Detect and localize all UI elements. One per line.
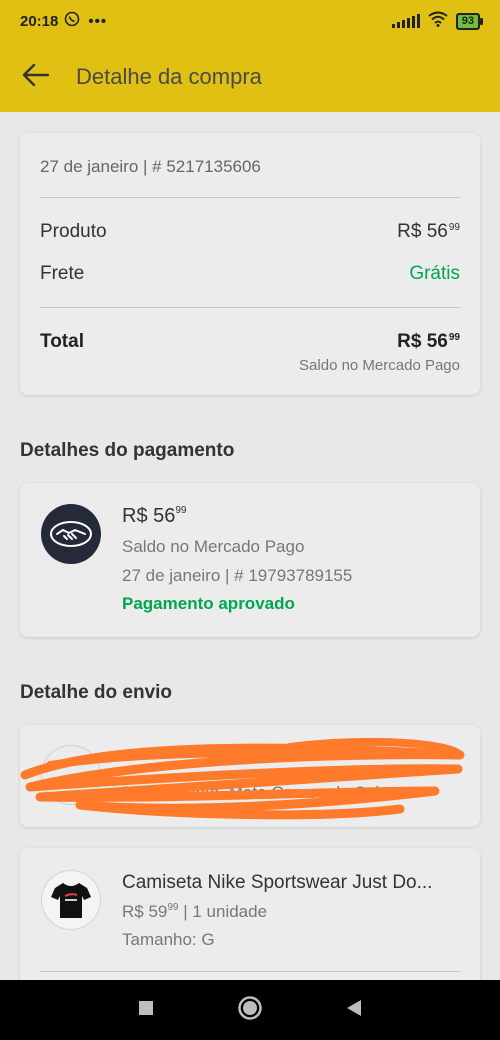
purchase-summary-card: 27 de janeiro | # 5217135606 Produto R$ … bbox=[20, 133, 480, 395]
battery-icon: 93 bbox=[455, 12, 484, 30]
product-name: Camiseta Nike Sportswear Just Do... bbox=[122, 872, 433, 893]
product-row: Produto R$ 5699 bbox=[40, 221, 460, 243]
page-title: Detalhe da compra bbox=[76, 64, 262, 89]
back-button[interactable] bbox=[0, 42, 70, 112]
shipping-label: Frete bbox=[40, 263, 85, 284]
app-bar: Detalhe da compra bbox=[0, 42, 500, 112]
payment-section-title: Detalhes do pagamento bbox=[20, 440, 235, 461]
product-size: Tamanho: G bbox=[122, 930, 215, 949]
arrow-left-icon bbox=[21, 63, 50, 92]
payment-method: Saldo no Mercado Pago bbox=[122, 537, 305, 556]
triangle-back-icon bbox=[346, 999, 362, 1022]
square-icon bbox=[138, 1000, 154, 1021]
status-time: 20:18 bbox=[20, 12, 59, 30]
total-payment-method: Saldo no Mercado Pago bbox=[299, 357, 460, 374]
shipping-value: Grátis bbox=[409, 263, 460, 284]
total-row: Total R$ 5699 bbox=[40, 331, 460, 353]
payment-card[interactable]: R$ 5699 Saldo no Mercado Pago 27 de jane… bbox=[20, 483, 480, 637]
divider bbox=[40, 197, 460, 198]
payment-amount: R$ 5699 bbox=[122, 505, 187, 527]
divider bbox=[40, 971, 460, 972]
purchase-meta: 27 de janeiro | # 5217135606 bbox=[40, 157, 261, 176]
product-card[interactable]: Camiseta Nike Sportswear Just Do... R$ 5… bbox=[20, 848, 480, 988]
system-nav-bar bbox=[0, 980, 500, 1040]
product-thumbnail bbox=[41, 870, 101, 930]
signal-icon bbox=[391, 14, 420, 28]
back-nav-button[interactable] bbox=[302, 980, 406, 1040]
home-button[interactable] bbox=[198, 980, 302, 1040]
total-price: R$ 5699 bbox=[397, 331, 460, 352]
payment-status: Pagamento aprovado bbox=[122, 594, 295, 613]
total-label: Total bbox=[40, 331, 84, 352]
shipping-row: Frete Grátis bbox=[40, 263, 460, 285]
product-label: Produto bbox=[40, 221, 107, 242]
product-price: R$ 5699 bbox=[397, 221, 460, 242]
mercado-pago-logo bbox=[41, 504, 101, 564]
whatsapp-icon bbox=[64, 11, 80, 31]
wifi-icon bbox=[428, 11, 448, 31]
shipping-section-title: Detalhe do envio bbox=[20, 682, 173, 703]
shipping-card[interactable]: Rio Brilhante, Mato Grosso do Sul bbox=[20, 725, 480, 827]
payment-meta: 27 de janeiro | # 19793789155 bbox=[122, 566, 353, 585]
circle-icon bbox=[237, 995, 263, 1026]
status-bar: 20:18 ••• 93 bbox=[0, 0, 500, 42]
product-price-line: R$ 5999 | 1 unidade bbox=[122, 902, 268, 921]
recents-button[interactable] bbox=[94, 980, 198, 1040]
redaction-scribble bbox=[20, 737, 465, 820]
notification-dots: ••• bbox=[88, 12, 108, 30]
divider bbox=[40, 307, 460, 308]
